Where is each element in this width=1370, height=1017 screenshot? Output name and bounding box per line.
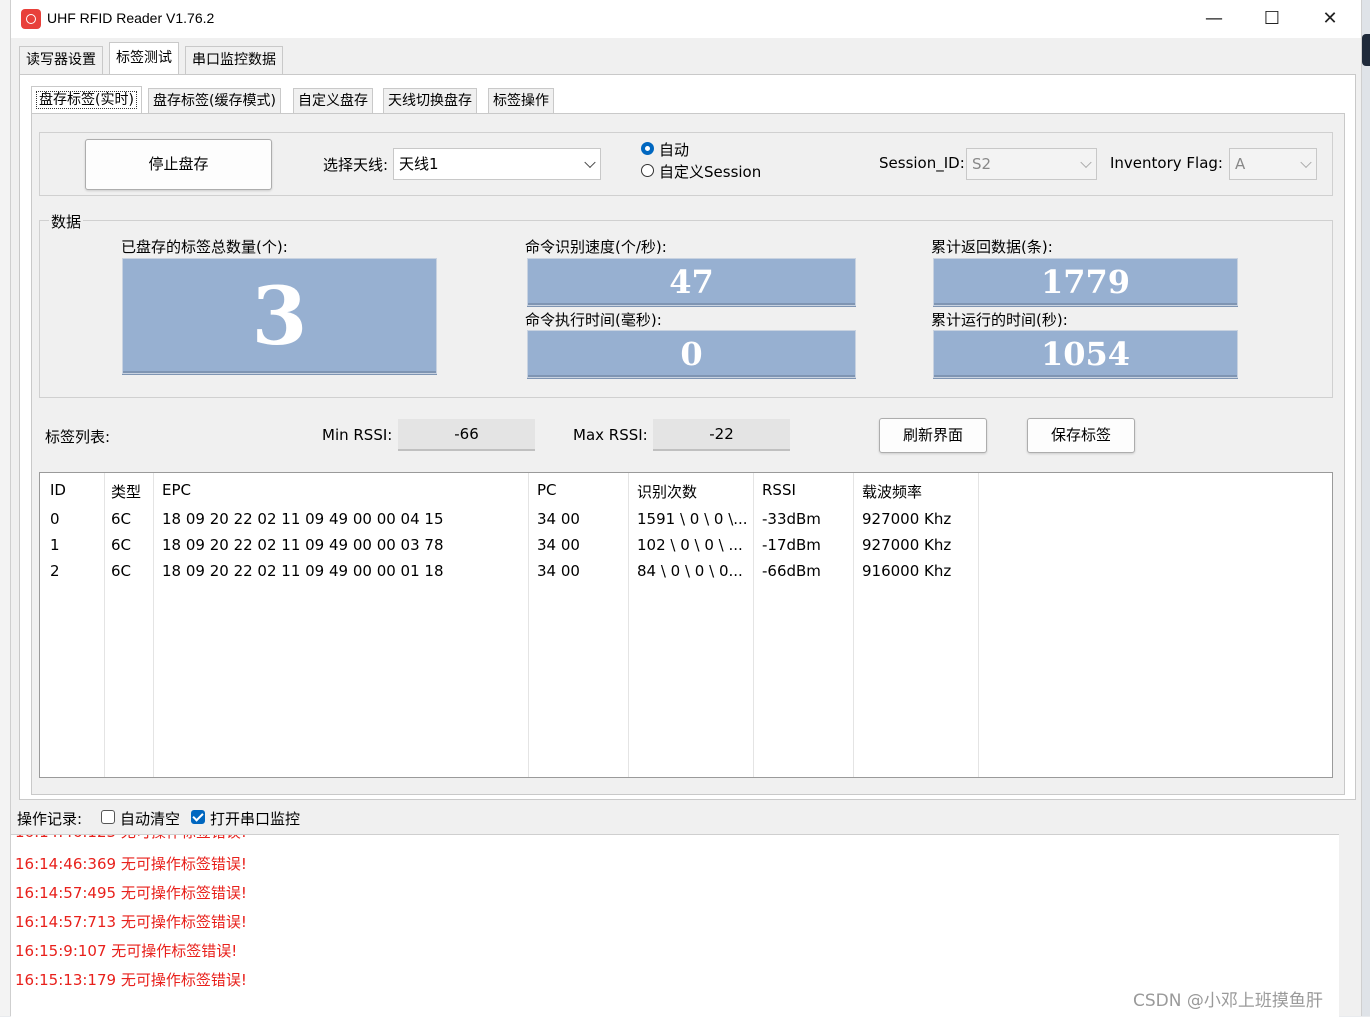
tag-count-label: 已盘存的标签总数量(个): (121, 238, 288, 256)
subtab-custom-inventory[interactable]: 自定义盘存 (293, 88, 373, 114)
tab-tag-test[interactable]: 标签测试 (109, 42, 179, 74)
title-bar: UHF RFID Reader V1.76.2 — ☐ ✕ (11, 0, 1361, 38)
subtab-buffer-inventory[interactable]: 盘存标签(缓存模式) (148, 88, 281, 114)
log-header: 操作记录: 自动清空 打开串口监控 (11, 800, 1361, 834)
log-line: 16:14:57:495 无可操作标签错误! (15, 884, 247, 902)
close-button[interactable]: ✕ (1301, 0, 1359, 38)
log-line-partial: 16:14:46:123 无可操作标签错误! (15, 835, 247, 842)
minimize-button[interactable]: — (1185, 0, 1243, 38)
chevron-down-icon (1080, 156, 1092, 169)
cell-type: 6C (111, 536, 132, 554)
radio-custom-session[interactable] (641, 164, 654, 177)
tag-list-label: 标签列表: (45, 428, 111, 446)
radio-auto-label: 自动 (659, 141, 690, 159)
session-id-value: S2 (972, 155, 992, 173)
cell-id: 0 (50, 510, 60, 528)
exec-time-value: 0 (527, 330, 856, 378)
cell-type: 6C (111, 562, 132, 580)
max-rssi-value: -22 (653, 419, 790, 451)
chevron-down-icon (1300, 156, 1312, 169)
col-header-type[interactable]: 类型 (111, 481, 141, 502)
app-window: UHF RFID Reader V1.76.2 — ☐ ✕ 读写器设置 标签测试… (10, 0, 1362, 1017)
subtab-antenna-switch-inventory[interactable]: 天线切换盘存 (383, 88, 477, 114)
cell-epc: 18 09 20 22 02 11 09 49 00 00 01 18 (162, 562, 444, 580)
log-label: 操作记录: (17, 810, 83, 828)
subtab-label: 盘存标签(实时) (36, 91, 137, 109)
maximize-button[interactable]: ☐ (1243, 0, 1301, 38)
max-rssi-label: Max RSSI: (573, 426, 648, 444)
session-id-label: Session_ID: (879, 154, 965, 172)
refresh-button[interactable]: 刷新界面 (879, 418, 987, 453)
col-header-pc[interactable]: PC (537, 481, 557, 499)
subtab-realtime-inventory[interactable]: 盘存标签(实时) (31, 86, 142, 114)
tab-serial-monitor[interactable]: 串口监控数据 (185, 46, 283, 74)
col-header-id[interactable]: ID (50, 481, 66, 499)
col-header-rssi[interactable]: RSSI (762, 481, 796, 499)
log-line: 16:15:9:107 无可操作标签错误! (15, 942, 238, 960)
tag-count-value: 3 (122, 258, 437, 374)
cell-read-count: 1591 \ 0 \ 0 \... (637, 510, 748, 528)
chevron-down-icon (584, 156, 596, 169)
speed-label: 命令识别速度(个/秒): (525, 238, 667, 256)
cell-read-count: 102 \ 0 \ 0 \ ... (637, 536, 743, 554)
radio-custom-session-label: 自定义Session (659, 163, 762, 181)
session-id-select[interactable]: S2 (966, 148, 1097, 180)
speed-value: 47 (527, 258, 856, 306)
exec-time-label: 命令执行时间(毫秒): (525, 311, 662, 329)
save-tags-button[interactable]: 保存标签 (1027, 418, 1135, 453)
app-logo-icon (21, 9, 41, 29)
cell-epc: 18 09 20 22 02 11 09 49 00 00 04 15 (162, 510, 444, 528)
tag-table[interactable]: ID 类型 EPC PC 识别次数 RSSI 载波频率 0 6C 18 09 2… (39, 472, 1333, 778)
cell-rssi: -17dBm (762, 536, 821, 554)
min-rssi-value: -66 (398, 419, 535, 451)
watermark-text: CSDN @小邓上班摸鱼肝 (1133, 991, 1323, 1011)
data-group-title: 数据 (49, 211, 84, 232)
returned-count-value: 1779 (933, 258, 1238, 306)
stop-inventory-button[interactable]: 停止盘存 (85, 139, 272, 190)
desktop-background-left (0, 0, 10, 1016)
log-line: 16:14:57:713 无可操作标签错误! (15, 913, 247, 931)
cell-pc: 34 00 (537, 562, 580, 580)
window-title: UHF RFID Reader V1.76.2 (47, 10, 215, 26)
cell-type: 6C (111, 510, 132, 528)
runtime-value: 1054 (933, 330, 1238, 378)
cell-pc: 34 00 (537, 510, 580, 528)
log-line: 16:14:46:369 无可操作标签错误! (15, 855, 247, 873)
col-header-frequency[interactable]: 载波频率 (862, 481, 922, 502)
antenna-select[interactable]: 天线1 (393, 148, 601, 180)
open-monitor-label: 打开串口监控 (210, 810, 301, 828)
cell-read-count: 84 \ 0 \ 0 \ 0... (637, 562, 743, 580)
auto-clear-checkbox[interactable] (101, 810, 115, 824)
cell-frequency: 916000 Khz (862, 562, 952, 580)
cell-frequency: 927000 Khz (862, 510, 952, 528)
cell-frequency: 927000 Khz (862, 536, 952, 554)
inventory-flag-value: A (1235, 155, 1246, 173)
log-line: 16:15:13:179 无可操作标签错误! (15, 971, 247, 989)
tab-reader-settings[interactable]: 读写器设置 (19, 46, 103, 74)
antenna-value: 天线1 (399, 155, 439, 173)
runtime-label: 累计运行的时间(秒): (931, 311, 1068, 329)
cell-id: 1 (50, 536, 60, 554)
cell-epc: 18 09 20 22 02 11 09 49 00 00 03 78 (162, 536, 444, 554)
inventory-flag-label: Inventory Flag: (1110, 154, 1223, 172)
cell-pc: 34 00 (537, 536, 580, 554)
min-rssi-label: Min RSSI: (322, 426, 393, 444)
inventory-flag-select[interactable]: A (1229, 148, 1317, 180)
cell-rssi: -66dBm (762, 562, 821, 580)
radio-auto[interactable] (641, 142, 654, 155)
subtab-tag-operation[interactable]: 标签操作 (488, 88, 554, 114)
cell-id: 2 (50, 562, 60, 580)
cell-rssi: -33dBm (762, 510, 821, 528)
open-monitor-checkbox[interactable] (191, 810, 205, 824)
antenna-label: 选择天线: (323, 156, 389, 174)
col-header-read-count[interactable]: 识别次数 (637, 481, 697, 502)
auto-clear-label: 自动清空 (120, 810, 181, 828)
col-header-epc[interactable]: EPC (162, 481, 191, 499)
returned-count-label: 累计返回数据(条): (931, 238, 1053, 256)
